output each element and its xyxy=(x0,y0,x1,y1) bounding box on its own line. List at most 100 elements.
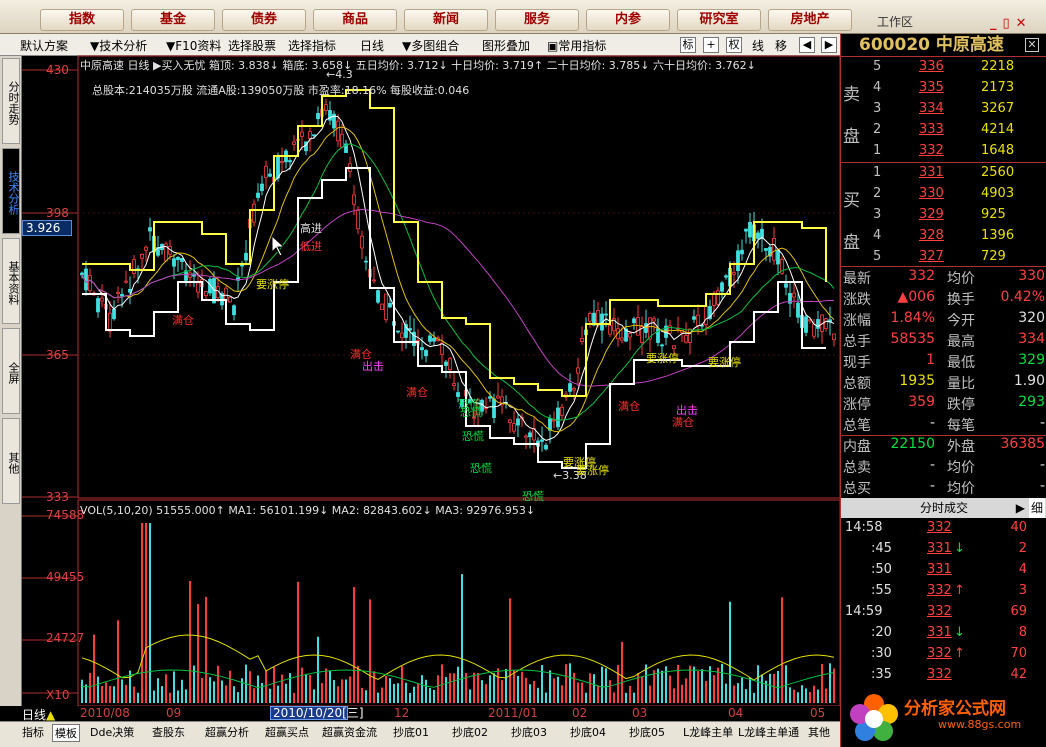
signal-label: 恐慌 xyxy=(522,490,544,503)
candle-body xyxy=(172,258,176,267)
vol-tick: 74588 xyxy=(46,508,85,522)
price-tick: 333 xyxy=(46,490,69,504)
window-controls[interactable]: _▯✕ xyxy=(990,16,1040,31)
stat-label: 均价 xyxy=(947,271,975,287)
stat-label: 内盘 xyxy=(843,439,871,455)
candle-body xyxy=(228,296,232,303)
play-icon[interactable]: ▶ xyxy=(1016,498,1025,518)
candle-body xyxy=(132,259,136,274)
stat-value: 1.90 xyxy=(1013,373,1045,389)
candle-body xyxy=(112,309,116,320)
signal-label: 高进 xyxy=(300,222,322,235)
stat-label: 总额 xyxy=(843,376,871,392)
order-row[interactable]: 4 328 1396 xyxy=(841,228,1046,249)
signal-label: 要涨停 xyxy=(708,356,741,369)
candle-body xyxy=(244,252,248,261)
candle-body xyxy=(428,335,432,342)
candle-body xyxy=(144,246,148,251)
stat-row: 内盘 22150 外盘 36385 xyxy=(841,436,1046,457)
candle-body xyxy=(140,254,144,259)
candle-body xyxy=(684,335,688,343)
candle-body xyxy=(660,344,664,347)
stat-value: - xyxy=(1039,415,1045,431)
order-row[interactable]: 3 334 3267 xyxy=(841,101,1046,122)
order-price: 335 xyxy=(919,80,944,95)
stat-label: 涨幅 xyxy=(843,313,871,329)
stat-value: - xyxy=(929,457,935,473)
close-icon[interactable]: ✕ xyxy=(1016,16,1033,31)
signal-label: 出击 xyxy=(362,360,384,373)
close-icon[interactable]: ✕ xyxy=(1025,38,1039,52)
order-price: 336 xyxy=(919,59,944,74)
tab-indicator[interactable]: 指标 xyxy=(22,724,44,740)
level: 1 xyxy=(873,143,882,158)
candle-body xyxy=(300,131,304,137)
stat-label: 均价 xyxy=(947,460,975,476)
order-row[interactable]: 1 331 2560 xyxy=(841,165,1046,186)
stat-value: - xyxy=(1039,457,1045,473)
stock-fundamentals-line: 总股本:214035万股 流通A股:139050万股 市盈率:18.16% 每股… xyxy=(92,84,470,97)
tab-bottom05[interactable]: 抄底05 xyxy=(629,724,665,740)
order-row[interactable]: 1 332 1648 xyxy=(841,143,1046,164)
tab-bottom01[interactable]: 抄底01 xyxy=(393,724,429,740)
candle-body xyxy=(312,134,316,137)
candle-body xyxy=(524,435,528,438)
order-row[interactable]: 2 333 4214 xyxy=(841,122,1046,143)
divider xyxy=(841,56,1046,57)
tab-longfeng1[interactable]: L龙峰主单 xyxy=(683,724,733,740)
candle-body xyxy=(444,361,448,366)
order-row[interactable]: 2 330 4903 xyxy=(841,186,1046,207)
candle-body xyxy=(180,258,184,262)
candle-body xyxy=(620,337,624,341)
order-row[interactable]: 5 336 2218 xyxy=(841,59,1046,80)
workarea-label[interactable]: 工作区 xyxy=(877,13,913,30)
stat-value: 320 xyxy=(1018,310,1045,326)
trade-row: 14:58 332 40 xyxy=(841,520,1046,541)
tab-bottom04[interactable]: 抄底04 xyxy=(570,724,606,740)
logo-url: www.88gs.com xyxy=(938,718,1022,731)
minimize-icon[interactable]: _ xyxy=(990,16,1003,31)
tab-template[interactable]: 模板 xyxy=(52,724,80,742)
stat-label: 最低 xyxy=(947,355,975,371)
candle-body xyxy=(740,249,744,255)
level: 2 xyxy=(873,186,882,201)
detail-button[interactable]: 细 xyxy=(1028,498,1045,518)
stat-row: 涨停 359 跌停 293 xyxy=(841,394,1046,415)
stat-value: 22150 xyxy=(890,436,935,452)
candle-body xyxy=(256,192,260,198)
candle-body xyxy=(396,330,400,333)
logo-text: 分析家公式网 xyxy=(904,699,1006,719)
candle-body xyxy=(352,194,356,205)
tab-dde[interactable]: Dde决策 xyxy=(90,724,134,740)
trade-volume: 4 xyxy=(1018,562,1027,577)
candle-body xyxy=(716,290,720,305)
stat-label: 总笔 xyxy=(843,418,871,434)
tab-other-bottom[interactable]: 其他 xyxy=(808,724,830,740)
candle-body xyxy=(232,305,236,316)
candle-body xyxy=(264,165,268,179)
tab-bottom02[interactable]: 抄底02 xyxy=(452,724,488,740)
order-row[interactable]: 3 329 925 xyxy=(841,207,1046,228)
order-row[interactable]: 4 335 2173 xyxy=(841,80,1046,101)
candle-body xyxy=(336,120,340,142)
candle-body xyxy=(400,332,404,339)
candle-body xyxy=(776,249,780,265)
candle-body xyxy=(340,133,344,148)
trade-volume: 8 xyxy=(1018,625,1027,640)
stat-label: 总手 xyxy=(843,334,871,350)
tab-bottom03[interactable]: 抄底03 xyxy=(511,724,547,740)
level: 4 xyxy=(873,80,882,95)
tab-superwin-flow[interactable]: 超赢资金流 xyxy=(322,724,377,740)
stat-row: 总笔 - 每笔 - xyxy=(841,415,1046,436)
tab-superwin-buy[interactable]: 超赢买点 xyxy=(265,724,309,740)
trade-direction: ↑ xyxy=(954,646,965,661)
stat-row: 总手 58535 最高 334 xyxy=(841,331,1046,352)
candle-body xyxy=(380,303,384,310)
tab-longfeng2[interactable]: L龙峰主单通 xyxy=(738,724,799,740)
stat-label: 总买 xyxy=(843,481,871,497)
stat-value: 330 xyxy=(1018,268,1045,284)
tab-shareholders[interactable]: 查股东 xyxy=(152,724,185,740)
restore-icon[interactable]: ▯ xyxy=(1003,16,1016,31)
tab-superwin-analysis[interactable]: 超赢分析 xyxy=(205,724,249,740)
trade-list-header[interactable]: 分时成交 ▶ 细 xyxy=(841,498,1046,518)
